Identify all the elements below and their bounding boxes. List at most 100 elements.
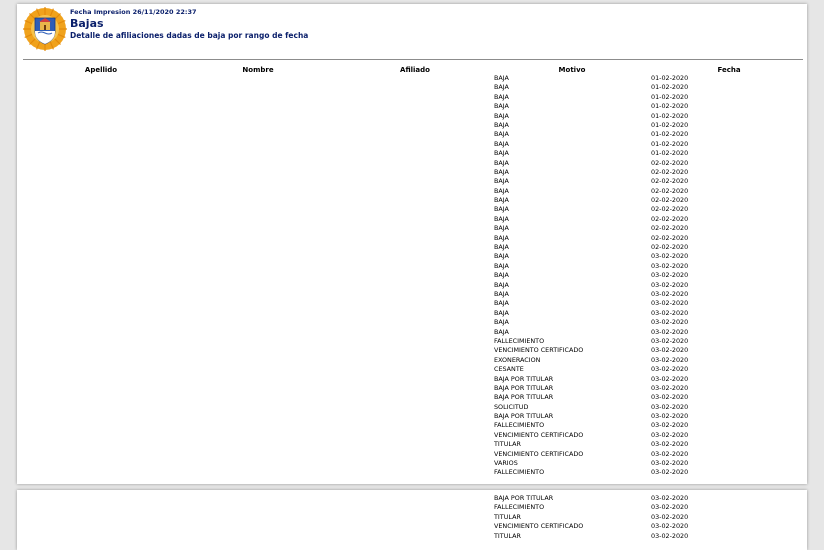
motivo-cell: FALLECIMIENTO bbox=[494, 468, 545, 477]
motivo-cell: VENCIMIENTO CERTIFICADO bbox=[494, 522, 584, 531]
fecha-cell: 03-02-2020 bbox=[651, 327, 689, 336]
fecha-cell: 02-02-2020 bbox=[651, 233, 689, 242]
motivo-cell: BAJA POR TITULAR bbox=[494, 494, 554, 502]
fecha-cell: 03-02-2020 bbox=[651, 271, 689, 280]
motivo-cell: BAJA POR TITULAR bbox=[494, 383, 554, 392]
motivo-cell: BAJA bbox=[494, 271, 509, 280]
motivo-cell: BAJA bbox=[494, 120, 509, 129]
motivo-cell: BAJA bbox=[494, 149, 509, 158]
motivo-cell: TITULAR bbox=[494, 440, 521, 449]
motivo-cell: BAJA bbox=[494, 158, 509, 167]
fecha-cell: 03-02-2020 bbox=[651, 459, 689, 468]
motivo-cell: BAJA bbox=[494, 205, 509, 214]
report-title: Bajas bbox=[70, 17, 104, 30]
motivo-cell: BAJA bbox=[494, 224, 509, 233]
motivo-cell: FALLECIMIENTO bbox=[494, 421, 545, 430]
fecha-cell: 03-02-2020 bbox=[651, 261, 689, 270]
motivo-cell: BAJA bbox=[494, 177, 509, 186]
fecha-cell: 03-02-2020 bbox=[651, 494, 689, 502]
fecha-cell: 03-02-2020 bbox=[651, 308, 689, 317]
fecha-cell: 01-02-2020 bbox=[651, 130, 689, 139]
fecha-cell: 03-02-2020 bbox=[651, 503, 689, 512]
motivo-cell: BAJA bbox=[494, 111, 509, 120]
fecha-cell: 03-02-2020 bbox=[651, 336, 689, 345]
motivo-cell: BAJA bbox=[494, 318, 509, 327]
column-header-nombre: Nombre bbox=[242, 66, 274, 74]
fecha-cell: 03-02-2020 bbox=[651, 318, 689, 327]
fecha-cell: 03-02-2020 bbox=[651, 512, 689, 521]
motivo-cell: BAJA bbox=[494, 186, 509, 195]
fecha-cell: 02-02-2020 bbox=[651, 205, 689, 214]
column-header-afiliado: Afiliado bbox=[400, 66, 430, 74]
fecha-cell: 02-02-2020 bbox=[651, 196, 689, 205]
fecha-cell: 03-02-2020 bbox=[651, 522, 689, 531]
fecha-cell: 01-02-2020 bbox=[651, 102, 689, 111]
motivo-cell: BAJA bbox=[494, 214, 509, 223]
motivo-cell: BAJA bbox=[494, 327, 509, 336]
motivo-cell: VENCIMIENTO CERTIFICADO bbox=[494, 449, 584, 458]
motivo-cell: CESANTE bbox=[494, 365, 524, 374]
motivo-cell: BAJA bbox=[494, 92, 509, 101]
motivo-cell: VENCIMIENTO CERTIFICADO bbox=[494, 430, 584, 439]
report-subtitle: Detalle de afiliaciones dadas de baja po… bbox=[70, 31, 309, 40]
fecha-cell: 03-02-2020 bbox=[651, 289, 689, 298]
fecha-cell: 01-02-2020 bbox=[651, 83, 689, 92]
fecha-cell: 03-02-2020 bbox=[651, 346, 689, 355]
fecha-cell: 02-02-2020 bbox=[651, 167, 689, 176]
motivo-cell: BAJA bbox=[494, 139, 509, 148]
motivo-cell: BAJA POR TITULAR bbox=[494, 393, 554, 402]
motivo-cell: SOLICITUD bbox=[494, 402, 529, 411]
column-header-motivo: Motivo bbox=[558, 66, 586, 74]
fecha-cell: 01-02-2020 bbox=[651, 92, 689, 101]
fecha-cell: 03-02-2020 bbox=[651, 421, 689, 430]
report-page-1: Fecha Impresion 26/11/2020 22:37 Bajas D… bbox=[17, 4, 807, 484]
fecha-cell: 03-02-2020 bbox=[651, 440, 689, 449]
motivo-cell: BAJA bbox=[494, 233, 509, 242]
fecha-cell: 03-02-2020 bbox=[651, 430, 689, 439]
motivo-cell: BAJA bbox=[494, 299, 509, 308]
motivo-cell: BAJA bbox=[494, 83, 509, 92]
motivo-cell: BAJA bbox=[494, 167, 509, 176]
fecha-cell: 03-02-2020 bbox=[651, 365, 689, 374]
header-divider bbox=[23, 59, 803, 60]
motivo-cell: BAJA bbox=[494, 280, 509, 289]
motivo-cell: BAJA POR TITULAR bbox=[494, 412, 554, 421]
fecha-cell: 03-02-2020 bbox=[651, 402, 689, 411]
fecha-cell: 01-02-2020 bbox=[651, 111, 689, 120]
column-header-fecha: Fecha bbox=[717, 66, 741, 74]
fecha-cell: 03-02-2020 bbox=[651, 393, 689, 402]
fecha-cell: 01-02-2020 bbox=[651, 120, 689, 129]
motivo-cell: BAJA bbox=[494, 243, 509, 252]
motivo-cell: BAJA bbox=[494, 289, 509, 298]
motivo-cell: BAJA bbox=[494, 308, 509, 317]
fecha-cell: 01-02-2020 bbox=[651, 74, 689, 82]
fecha-cell: 03-02-2020 bbox=[651, 383, 689, 392]
fecha-cell: 03-02-2020 bbox=[651, 374, 689, 383]
motivo-cell: BAJA POR TITULAR bbox=[494, 374, 554, 383]
fecha-cell: 03-02-2020 bbox=[651, 280, 689, 289]
fecha-cell: 03-02-2020 bbox=[651, 531, 689, 540]
fecha-cell: 02-02-2020 bbox=[651, 186, 689, 195]
fecha-cell: 03-02-2020 bbox=[651, 468, 689, 477]
report-page-2: BAJA POR TITULAR 03-02-2020 FALLECIMIENTO 0… bbox=[17, 490, 807, 550]
fecha-cell: 03-02-2020 bbox=[651, 412, 689, 421]
provincial-crest-icon bbox=[23, 7, 67, 51]
motivo-cell: VENCIMIENTO CERTIFICADO bbox=[494, 346, 584, 355]
motivo-cell: FALLECIMIENTO bbox=[494, 503, 545, 512]
fecha-cell: 02-02-2020 bbox=[651, 224, 689, 233]
motivo-cell: TITULAR bbox=[494, 531, 521, 540]
fecha-cell: 02-02-2020 bbox=[651, 243, 689, 252]
motivo-cell: BAJA bbox=[494, 130, 509, 139]
fecha-cell: 02-02-2020 bbox=[651, 158, 689, 167]
motivo-cell: BAJA bbox=[494, 74, 509, 82]
fecha-cell: 03-02-2020 bbox=[651, 252, 689, 261]
fecha-cell: 01-02-2020 bbox=[651, 149, 689, 158]
fecha-cell: 03-02-2020 bbox=[651, 449, 689, 458]
fecha-cell: 01-02-2020 bbox=[651, 139, 689, 148]
fecha-cell: 03-02-2020 bbox=[651, 299, 689, 308]
fecha-cell: 02-02-2020 bbox=[651, 177, 689, 186]
motivo-cell: FALLECIMIENTO bbox=[494, 336, 545, 345]
fecha-cell: 03-02-2020 bbox=[651, 355, 689, 364]
motivo-cell: BAJA bbox=[494, 261, 509, 270]
print-date: Fecha Impresion 26/11/2020 22:37 bbox=[70, 8, 197, 16]
